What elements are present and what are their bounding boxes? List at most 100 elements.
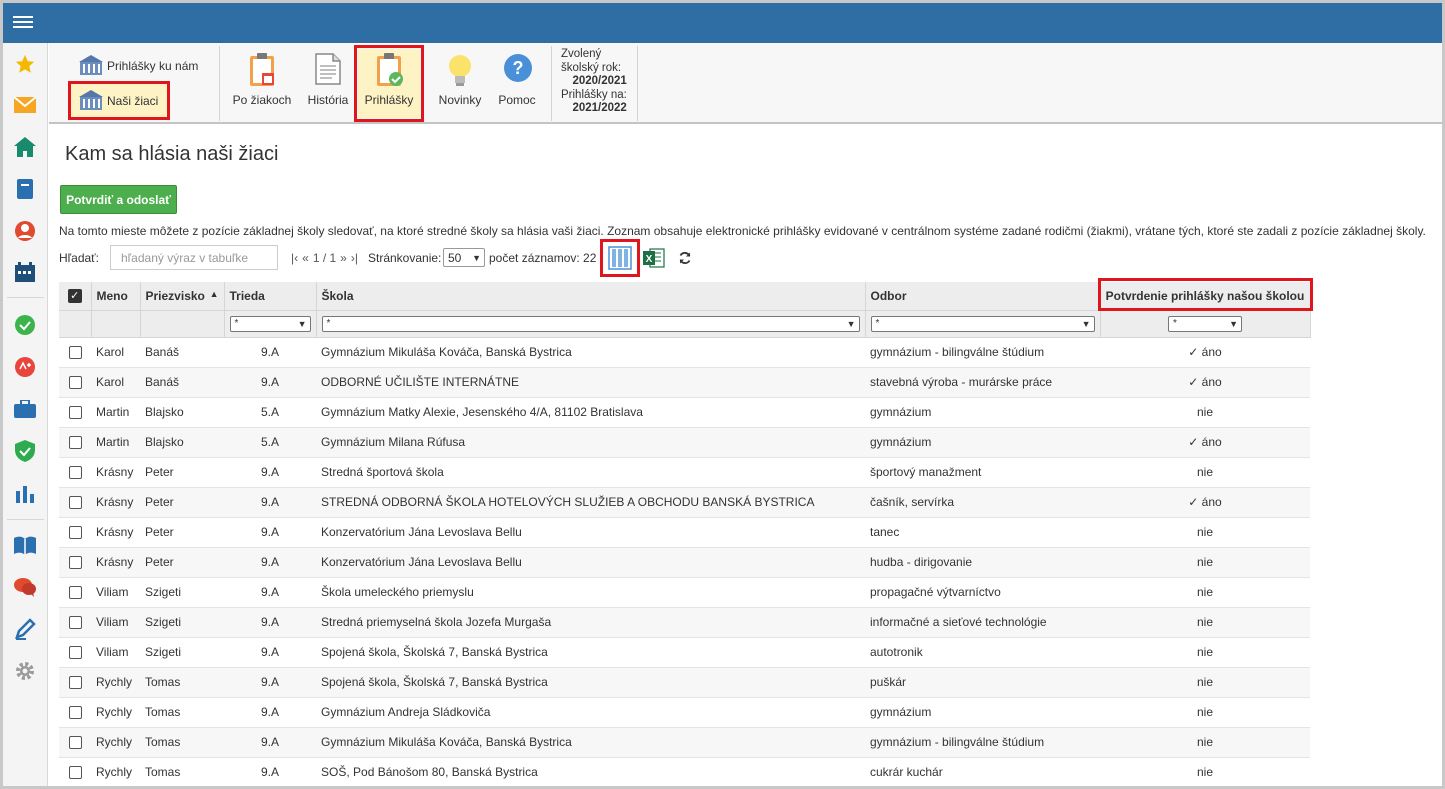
- cell-confirmation: nie: [1100, 577, 1310, 608]
- bar-chart-icon[interactable]: [14, 482, 36, 504]
- row-checkbox-cell: [59, 667, 91, 698]
- user-icon[interactable]: [14, 220, 36, 242]
- column-header-school[interactable]: Škola: [316, 282, 866, 311]
- field-filter-select[interactable]: * ▼: [870, 315, 1095, 332]
- row-checkbox[interactable]: [68, 436, 82, 450]
- row-checkbox[interactable]: [68, 376, 82, 390]
- cell-confirmation: ✓ áno: [1100, 367, 1310, 398]
- row-checkbox-cell: [59, 577, 91, 608]
- row-checkbox[interactable]: [68, 766, 82, 780]
- confirm-send-button[interactable]: Potvrdiť a odoslať: [60, 185, 177, 214]
- class-filter-select[interactable]: * ▼: [229, 315, 311, 332]
- applications-year-label: Prihlášky na:: [561, 88, 627, 101]
- last-page-link[interactable]: ›|: [351, 251, 358, 265]
- menu-icon[interactable]: [13, 13, 33, 31]
- cell-surname: Blajsko: [140, 427, 224, 458]
- document-icon: [314, 53, 342, 87]
- our-students-link[interactable]: Naši žiaci: [79, 90, 158, 112]
- highlight-box: [1098, 278, 1313, 311]
- cell-name: Karol: [91, 367, 140, 398]
- cell-name: Rychly: [91, 757, 140, 788]
- news-button[interactable]: Novinky: [430, 48, 490, 118]
- search-input[interactable]: [110, 245, 278, 270]
- briefcase-icon[interactable]: [14, 398, 36, 420]
- row-checkbox[interactable]: [68, 706, 82, 720]
- column-header-name[interactable]: Meno: [91, 282, 141, 311]
- star-icon[interactable]: [14, 53, 36, 75]
- applications-year-value: 2021/2022: [572, 102, 627, 114]
- calendar-icon[interactable]: [14, 261, 36, 283]
- select-all-header: ✓: [59, 282, 92, 311]
- cell-field: puškár: [865, 667, 1100, 698]
- history-button[interactable]: História: [298, 48, 358, 118]
- by-students-label: Po žiakoch: [232, 93, 292, 107]
- page-description: Na tomto mieste môžete z pozície základn…: [59, 224, 1426, 238]
- cell-confirmation: ✓ áno: [1100, 337, 1310, 368]
- table-row: Krásny Peter 9.A STREDNÁ ODBORNÁ ŠKOLA HOTE…: [59, 487, 1310, 518]
- school-filter-select[interactable]: * ▼: [321, 315, 860, 332]
- notebook-icon[interactable]: [14, 178, 36, 200]
- first-page-link[interactable]: |‹: [291, 251, 298, 265]
- cell-name: Viliam: [91, 577, 140, 608]
- pen-icon[interactable]: [14, 618, 36, 640]
- cell-school: Konzervatórium Jána Levoslava Bellu: [316, 517, 865, 548]
- clipboard-check-icon: [375, 53, 403, 87]
- by-students-button[interactable]: Po žiakoch: [232, 48, 292, 118]
- envelope-icon[interactable]: [14, 94, 36, 116]
- row-checkbox[interactable]: [68, 346, 82, 360]
- cell-class: 9.A: [224, 457, 316, 488]
- column-header-class[interactable]: Trieda: [224, 282, 317, 311]
- gear-icon[interactable]: [14, 660, 36, 682]
- row-checkbox[interactable]: [68, 676, 82, 690]
- chevron-down-icon: ▼: [297, 318, 307, 329]
- chat-icon[interactable]: [14, 576, 36, 598]
- refresh-icon[interactable]: [678, 251, 692, 265]
- column-header-surname[interactable]: Priezvisko ▲: [140, 282, 225, 311]
- next-page-link[interactable]: »: [340, 251, 347, 265]
- cell-confirmation: nie: [1100, 757, 1310, 788]
- cell-surname: Tomas: [140, 757, 224, 788]
- row-checkbox[interactable]: [68, 736, 82, 750]
- prev-page-link[interactable]: «: [302, 251, 309, 265]
- cell-field: gymnázium: [865, 697, 1100, 728]
- cell-name: Rychly: [91, 697, 140, 728]
- book-icon[interactable]: [14, 534, 36, 556]
- row-checkbox[interactable]: [68, 496, 82, 510]
- cell-surname: Tomas: [140, 697, 224, 728]
- row-checkbox[interactable]: [68, 406, 82, 420]
- top-bar: [3, 3, 1442, 43]
- shield-icon[interactable]: [14, 440, 36, 462]
- school-icon: [79, 90, 103, 110]
- cell-school: ODBORNÉ UČILIŠTE INTERNÁTNE: [316, 367, 865, 398]
- cell-field: informačné a sieťové technológie: [865, 607, 1100, 638]
- confirmation-filter-select[interactable]: * ▼: [1168, 315, 1242, 332]
- excel-export-icon[interactable]: X: [643, 248, 665, 268]
- applications-button[interactable]: Prihlášky: [359, 48, 419, 118]
- row-checkbox[interactable]: [68, 466, 82, 480]
- chevron-down-icon: ▼: [1229, 318, 1238, 329]
- cell-class: 9.A: [224, 577, 316, 608]
- toolbar: Prihlášky ku nám Naši žiaci Po žiakoch H…: [49, 43, 1442, 124]
- check-circle-icon[interactable]: [14, 314, 36, 336]
- row-checkbox[interactable]: [68, 616, 82, 630]
- row-checkbox[interactable]: [68, 556, 82, 570]
- column-header-field[interactable]: Odbor: [865, 282, 1101, 311]
- home-icon[interactable]: [14, 136, 36, 158]
- cell-confirmation: nie: [1100, 397, 1310, 428]
- cell-name: Krásny: [91, 487, 140, 518]
- row-checkbox[interactable]: [68, 646, 82, 660]
- row-checkbox[interactable]: [68, 586, 82, 600]
- applications-to-us-link[interactable]: Prihlášky ku nám: [79, 55, 198, 77]
- select-all-checkbox[interactable]: ✓: [67, 289, 82, 304]
- help-button[interactable]: ? Pomoc: [487, 48, 547, 118]
- cell-name: Karol: [91, 337, 140, 368]
- row-checkbox[interactable]: [68, 526, 82, 540]
- columns-icon[interactable]: [608, 246, 632, 270]
- attendance-icon[interactable]: [14, 356, 36, 378]
- cell-confirmation: nie: [1100, 637, 1310, 668]
- cell-name: Krásny: [91, 517, 140, 548]
- cell-field: tanec: [865, 517, 1100, 548]
- page-size-select[interactable]: 50 ▼: [443, 248, 485, 267]
- cell-school: Konzervatórium Jána Levoslava Bellu: [316, 547, 865, 578]
- table-row: Krásny Peter 9.A Stredná športová škola špor…: [59, 457, 1310, 488]
